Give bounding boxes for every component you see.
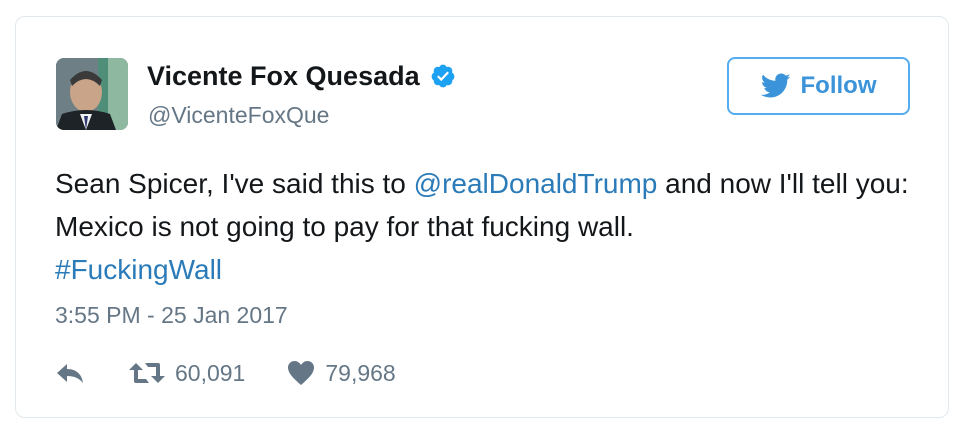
tweet-card: Vicente Fox Quesada @VicenteFoxQue Follo… bbox=[15, 16, 949, 418]
retweet-button[interactable]: 60,091 bbox=[129, 360, 245, 387]
profile-photo bbox=[56, 58, 128, 130]
twitter-bird-icon bbox=[760, 73, 790, 98]
follow-button[interactable]: Follow bbox=[727, 57, 910, 115]
like-button[interactable]: 79,968 bbox=[287, 359, 396, 387]
retweet-icon bbox=[129, 363, 165, 383]
like-count: 79,968 bbox=[325, 359, 396, 386]
tweet-text: Sean Spicer, I've said this to @realDona… bbox=[55, 162, 915, 291]
verified-badge-icon bbox=[430, 63, 456, 89]
heart-icon bbox=[288, 361, 315, 385]
tweet-text-part1: Sean Spicer, I've said this to bbox=[55, 168, 414, 199]
reply-button[interactable] bbox=[55, 361, 85, 385]
retweet-count: 60,091 bbox=[175, 359, 246, 386]
mention-link[interactable]: @realDonaldTrump bbox=[414, 168, 658, 199]
follow-label: Follow bbox=[800, 72, 877, 99]
author-name-row[interactable]: Vicente Fox Quesada bbox=[147, 59, 456, 93]
tweet-actions: 60,091 79,968 bbox=[55, 357, 396, 389]
avatar[interactable] bbox=[56, 58, 128, 130]
tweet-timestamp[interactable]: 3:55 PM - 25 Jan 2017 bbox=[55, 300, 288, 330]
hashtag-link[interactable]: #FuckingWall bbox=[55, 254, 222, 285]
author-handle[interactable]: @VicenteFoxQue bbox=[148, 100, 329, 130]
author-name[interactable]: Vicente Fox Quesada bbox=[147, 59, 420, 93]
reply-icon bbox=[57, 364, 83, 383]
